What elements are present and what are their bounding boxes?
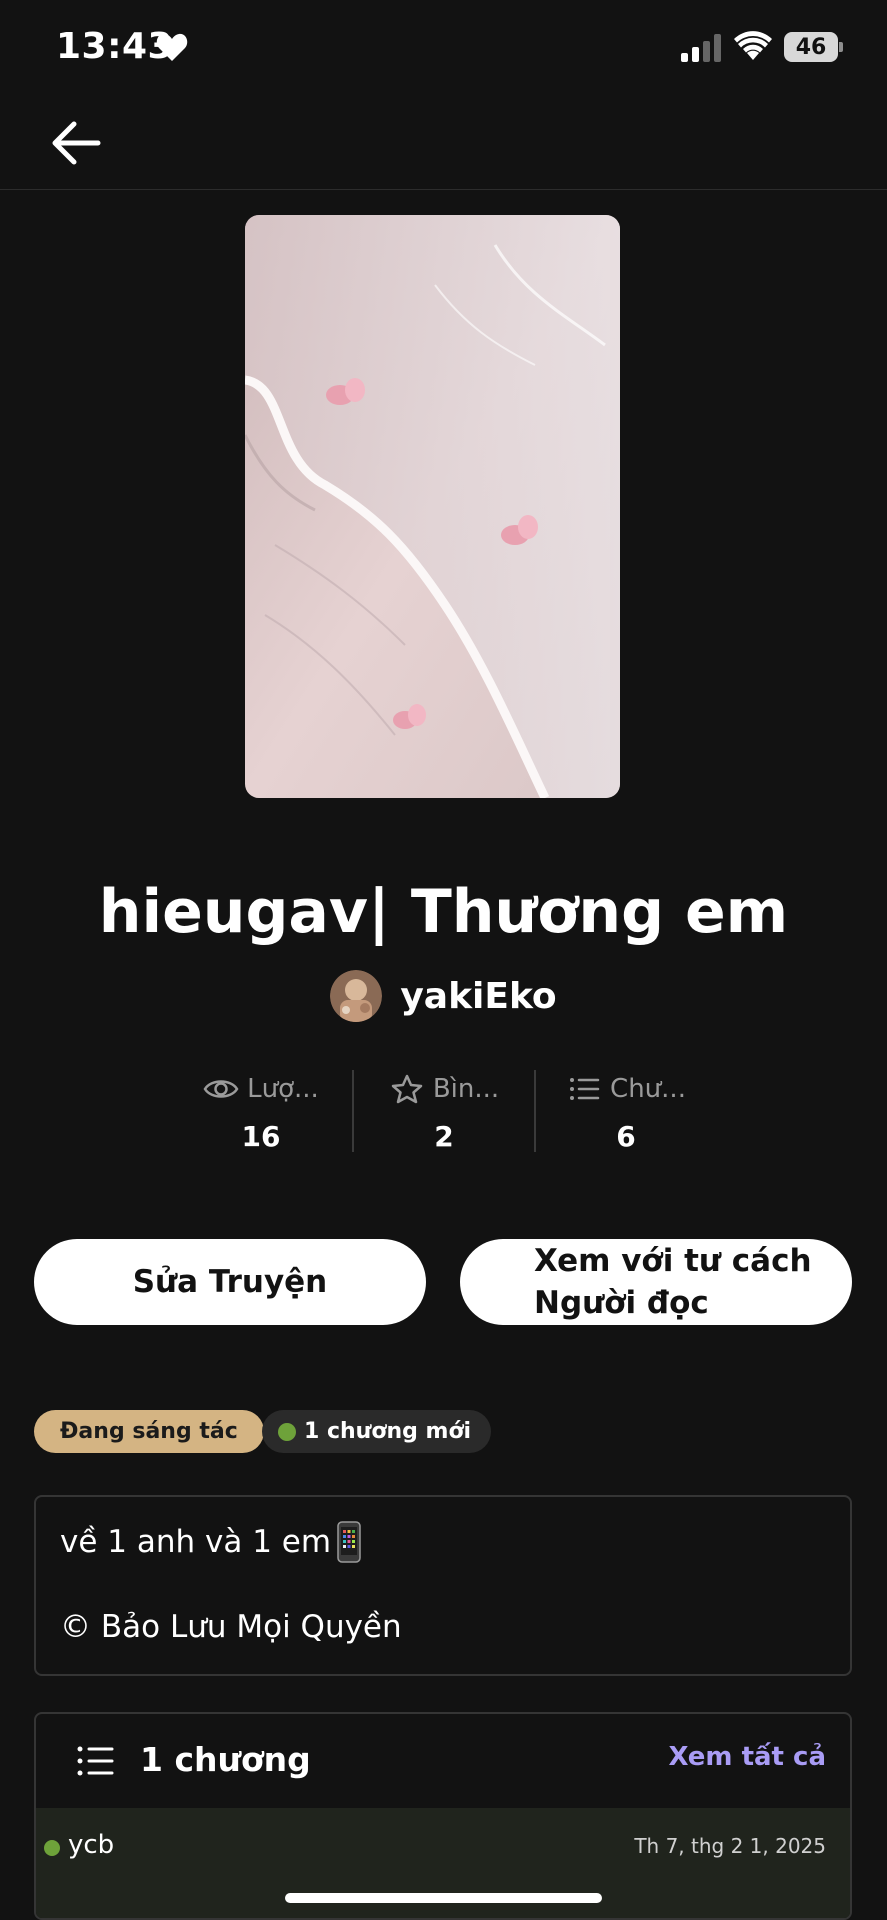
- description-line2: © Bảo Lưu Mọi Quyền: [60, 1609, 402, 1645]
- new-dot-icon: [44, 1840, 60, 1856]
- stat-reads: Lượ... 16: [170, 1070, 352, 1153]
- view-as-reader-button[interactable]: Xem với tư cách Người đọc: [460, 1239, 852, 1325]
- signal-icon: [681, 34, 721, 62]
- stat-label: Lượ...: [247, 1074, 319, 1104]
- list-icon: [570, 1078, 600, 1100]
- mobile-phone-icon: [337, 1521, 361, 1563]
- story-cover-image[interactable]: [245, 215, 620, 798]
- battery-level: 46: [795, 34, 827, 60]
- author-name[interactable]: yakiEko: [400, 976, 556, 1017]
- edit-story-label: Sửa Truyện: [132, 1264, 328, 1300]
- stat-votes: Bìn... 2: [352, 1070, 534, 1153]
- star-icon: [391, 1074, 423, 1104]
- edit-story-button[interactable]: Sửa Truyện: [34, 1239, 426, 1325]
- heart-icon: [156, 33, 188, 61]
- author-avatar[interactable]: [330, 970, 383, 1022]
- see-all-link[interactable]: Xem tất cả: [668, 1742, 826, 1772]
- status-bar: 13:43 46: [0, 0, 887, 96]
- nav-bar: [0, 96, 887, 190]
- author-row[interactable]: yakiEko: [0, 968, 887, 1024]
- stat-label: Bìn...: [432, 1074, 500, 1104]
- chapter-name: ycb: [68, 1830, 115, 1860]
- view-as-reader-label-line1: Xem với tư cách: [534, 1243, 812, 1279]
- story-description: về 1 anh và 1 em © Bảo Lưu Mọi Quyền: [34, 1495, 852, 1676]
- stat-chapters: Chư... 6: [534, 1070, 716, 1153]
- story-stats: Lượ... 16 Bìn... 2 Chư... 6: [170, 1070, 716, 1153]
- stat-label: Chư...: [610, 1074, 686, 1104]
- story-title: hieugav| Thương em: [98, 877, 789, 947]
- chapters-count: 1 chương: [140, 1740, 311, 1779]
- chapters-header: 1 chương Xem tất cả: [36, 1714, 850, 1808]
- eye-icon: [203, 1080, 239, 1098]
- wifi-icon: [734, 31, 772, 60]
- stat-value: 16: [241, 1120, 281, 1153]
- description-line1: về 1 anh và 1 em: [60, 1524, 332, 1560]
- status-badge: Đang sáng tác: [34, 1410, 264, 1453]
- battery-icon: 46: [784, 32, 843, 62]
- new-chapter-label: 1 chương mới: [304, 1419, 472, 1444]
- list-icon: [77, 1746, 114, 1776]
- chapters-panel: 1 chương Xem tất cả ycb Th 7, thg 2 1, 2…: [34, 1712, 852, 1920]
- new-chapter-badge: 1 chương mới: [262, 1410, 492, 1453]
- chapter-date: Th 7, thg 2 1, 2025: [634, 1834, 826, 1858]
- arrow-left-icon[interactable]: [50, 118, 102, 168]
- stat-value: 6: [616, 1120, 636, 1153]
- story-detail-page: 13:43 46 hieugav| Thương em yakiEko Lượ.…: [0, 0, 887, 1920]
- view-as-reader-label-line2: Người đọc: [534, 1285, 709, 1321]
- home-indicator[interactable]: [285, 1893, 602, 1903]
- new-dot-icon: [278, 1422, 296, 1441]
- stat-value: 2: [434, 1120, 454, 1153]
